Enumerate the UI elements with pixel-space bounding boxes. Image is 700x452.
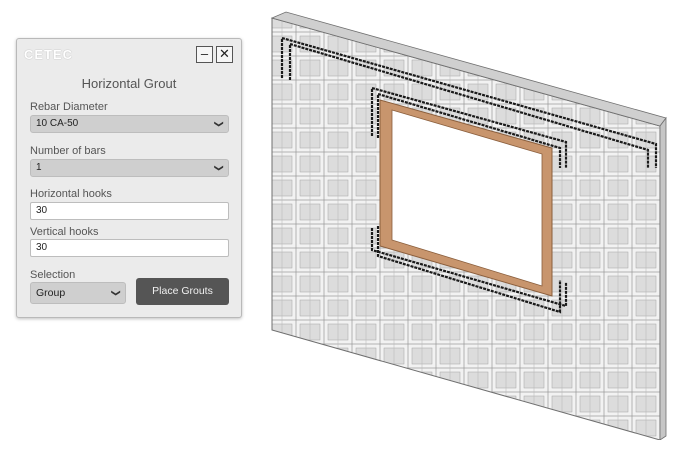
selection-select[interactable]: Group ❮: [30, 282, 126, 304]
grout-dialog: CETEC – ✕ Horizontal Grout Rebar Diamete…: [16, 38, 242, 318]
vertical-hooks-label: Vertical hooks: [30, 226, 99, 238]
wall-3d-viewport[interactable]: [268, 8, 668, 440]
horizontal-hooks-input[interactable]: 30: [30, 202, 229, 220]
close-button[interactable]: ✕: [216, 46, 233, 63]
minimize-button[interactable]: –: [196, 46, 213, 63]
number-of-bars-value: 1: [36, 162, 42, 173]
number-of-bars-select[interactable]: 1 ❮: [30, 159, 229, 177]
vertical-hooks-input[interactable]: 30: [30, 239, 229, 257]
place-grouts-button[interactable]: Place Grouts: [136, 278, 229, 305]
horizontal-hooks-label: Horizontal hooks: [30, 188, 112, 200]
cetec-logo: CETEC: [24, 47, 74, 62]
chevron-down-icon: ❮: [213, 120, 224, 128]
rebar-diameter-label: Rebar Diameter: [30, 101, 108, 113]
dialog-title: Horizontal Grout: [81, 76, 177, 91]
chevron-down-icon: ❮: [213, 164, 224, 172]
selection-label: Selection: [30, 269, 76, 281]
rebar-diameter-value: 10 CA-50: [36, 118, 79, 129]
selection-value: Group: [36, 287, 66, 299]
rebar-diameter-select[interactable]: 10 CA-50 ❮: [30, 115, 229, 133]
number-of-bars-label: Number of bars: [30, 145, 106, 157]
chevron-down-icon: ❮: [110, 289, 121, 297]
